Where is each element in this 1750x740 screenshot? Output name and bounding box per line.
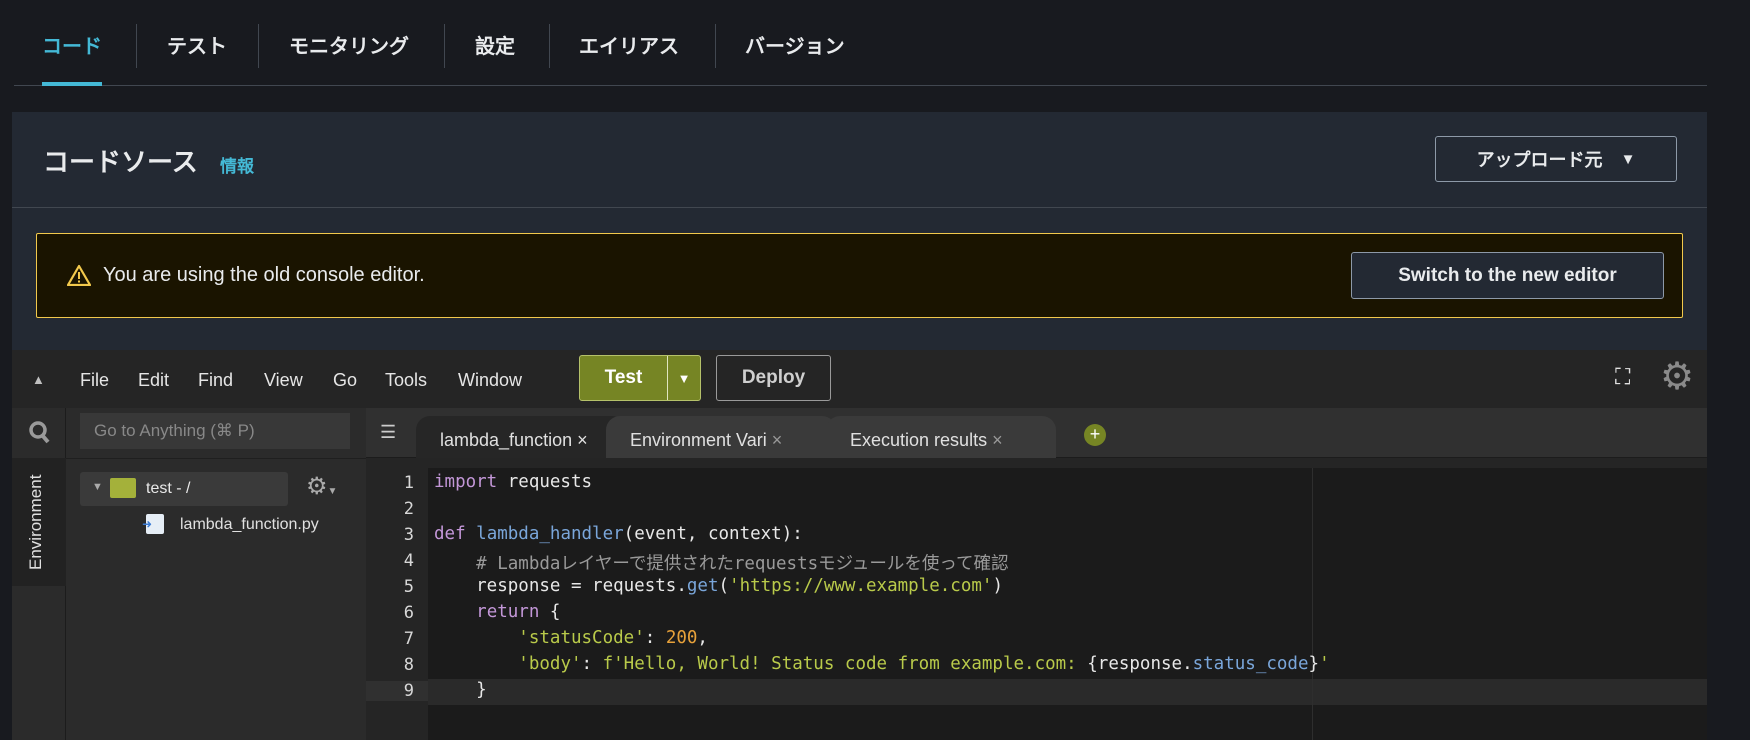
panel-header: コードソース 情報 アップロード元 ▼	[12, 112, 1707, 208]
tab-versions[interactable]: バージョン	[745, 30, 845, 86]
divider	[258, 24, 259, 68]
file-tree: Go to Anything (⌘ P) ▼ test - / ⚙▼ ➜ lam…	[66, 408, 366, 740]
code-line: def lambda_handler(event, context):	[434, 524, 803, 544]
test-button-group: Test ▼	[579, 355, 701, 401]
code-source-panel: コードソース 情報 アップロード元 ▼ You are using the ol…	[12, 112, 1707, 740]
tab-settings[interactable]: 設定	[475, 30, 515, 86]
code-line: # Lambdaレイヤーで提供されたrequestsモジュールを使って確認	[434, 554, 1009, 574]
caret-down-icon: ▼	[1620, 150, 1636, 168]
go-to-anything-input[interactable]: Go to Anything (⌘ P)	[80, 413, 350, 449]
code-line: 'statusCode': 200,	[518, 628, 708, 648]
divider	[66, 458, 366, 459]
tab-test[interactable]: テスト	[167, 30, 227, 86]
tab-label: Environment Vari	[630, 430, 767, 450]
line-number: 7	[403, 629, 414, 649]
active-line	[428, 679, 1707, 705]
tab-label: lambda_function	[440, 430, 573, 450]
fullscreen-icon[interactable]: ⛶	[1615, 366, 1630, 388]
line-number: 5	[403, 577, 414, 597]
code-line: }	[434, 680, 487, 700]
warning-alert: You are using the old console editor. Sw…	[36, 233, 1683, 318]
python-file-icon: ➜	[142, 514, 164, 534]
line-number: 6	[403, 603, 414, 623]
environment-tab[interactable]: Environment	[12, 458, 66, 586]
top-tabs: コード テスト モニタリング 設定 エイリアス バージョン	[14, 0, 1707, 86]
switch-editor-button[interactable]: Switch to the new editor	[1351, 252, 1664, 299]
divider	[715, 24, 716, 68]
print-margin	[1312, 468, 1313, 740]
lambda-badge-icon: ➜	[142, 517, 153, 531]
test-button[interactable]: Test	[580, 356, 668, 400]
folder-name: test - /	[146, 480, 191, 497]
expand-icon: ▼	[92, 481, 103, 493]
tab-list-icon[interactable]: ☰	[380, 422, 396, 443]
tab-code[interactable]: コード	[42, 30, 102, 86]
search-icon[interactable]	[28, 420, 50, 444]
tree-settings-icon[interactable]: ⚙▼	[306, 475, 337, 504]
add-tab-icon[interactable]: +	[1084, 424, 1106, 446]
line-number: 4	[403, 551, 414, 571]
menu-tools[interactable]: Tools	[385, 370, 427, 391]
menu-view[interactable]: View	[264, 370, 303, 391]
test-dropdown-icon[interactable]: ▼	[668, 356, 700, 400]
divider	[444, 24, 445, 68]
side-panel-tabs: Environment	[12, 408, 66, 740]
folder-row[interactable]: ▼ test - /	[80, 472, 288, 506]
code-line: 'body': f'Hello, World! Status code from…	[518, 654, 1330, 674]
line-number: 2	[403, 499, 414, 519]
code-line: response = requests.get('https://www.exa…	[434, 576, 1003, 596]
editor-tab-lambda-function[interactable]: lambda_function ×	[416, 416, 626, 458]
menu-window[interactable]: Window	[458, 370, 522, 391]
menu-go[interactable]: Go	[333, 370, 357, 391]
upload-label: アップロード元	[1476, 150, 1603, 170]
deploy-button[interactable]: Deploy	[716, 355, 831, 401]
close-icon[interactable]: ×	[992, 430, 1003, 450]
divider	[136, 24, 137, 68]
tab-label: Execution results	[850, 430, 988, 450]
editor-tabs: ☰ lambda_function × Environment Vari × E…	[366, 408, 1707, 458]
line-number: 8	[403, 655, 414, 675]
line-gutter: 1 2 3 4 5 6 7 8 9	[366, 468, 428, 740]
menu-file[interactable]: File	[80, 370, 109, 391]
line-number: 9	[366, 681, 428, 701]
code-editor[interactable]: import requests def lambda_handler(event…	[428, 468, 1707, 740]
file-lambda-function[interactable]: lambda_function.py	[180, 516, 319, 534]
upload-from-button[interactable]: アップロード元 ▼	[1435, 136, 1677, 182]
code-line: import requests	[434, 472, 593, 492]
folder-icon	[110, 478, 136, 498]
panel-title: コードソース	[43, 147, 198, 177]
editor-tab-environment-variables[interactable]: Environment Vari ×	[606, 416, 836, 458]
tab-aliases[interactable]: エイリアス	[579, 30, 679, 86]
close-icon[interactable]: ×	[772, 430, 783, 450]
cloud9-editor: ▲ File Edit Find View Go Tools Window Te…	[12, 350, 1707, 740]
info-link[interactable]: 情報	[220, 152, 254, 177]
code-line: return {	[476, 602, 561, 622]
warning-icon	[67, 264, 91, 286]
line-number: 3	[403, 525, 414, 545]
collapse-icon[interactable]: ▲	[32, 372, 45, 387]
editor-tab-execution-results[interactable]: Execution results ×	[826, 416, 1056, 458]
divider	[549, 24, 550, 68]
close-icon[interactable]: ×	[577, 430, 588, 450]
alert-message: You are using the old console editor.	[103, 264, 425, 286]
tab-monitoring[interactable]: モニタリング	[289, 30, 409, 86]
gear-icon[interactable]: ⚙	[1660, 358, 1694, 396]
menu-edit[interactable]: Edit	[138, 370, 169, 391]
line-number: 1	[403, 473, 414, 493]
menu-find[interactable]: Find	[198, 370, 233, 391]
environment-tab-label: Environment	[26, 474, 45, 570]
